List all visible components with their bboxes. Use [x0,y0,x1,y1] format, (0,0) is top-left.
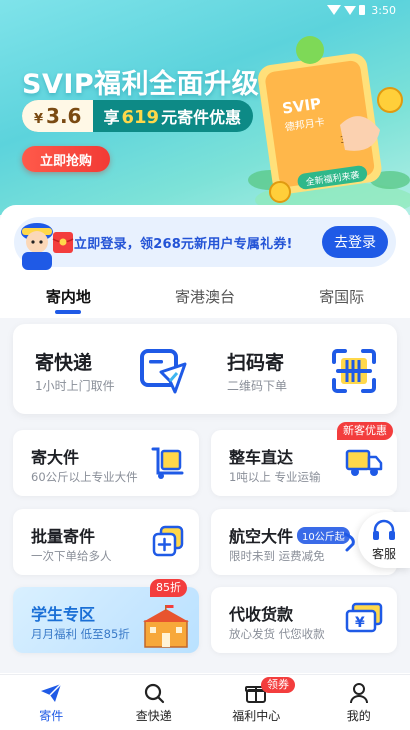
hand-truck-icon [151,447,184,479]
login-banner-text: 立即登录，领268元新用户专属礼券! [74,236,293,252]
cod-title: 代收货款 [229,605,294,624]
discount-badge: 85折 [150,579,187,597]
signal-icon [344,5,357,15]
clock: 3:50 [371,3,396,17]
big-item-shipping-card[interactable]: 寄大件 60公斤以上专业大件 [13,430,199,496]
air-cargo-title: 航空大件 [229,527,294,546]
cod-subtitle: 放心发货 代您收款 [229,627,325,641]
promo-banner[interactable]: SVIP 德邦月卡 全新福利来袭 3.6元 SVIP福利全面升级 ¥ 3.6 享… [0,0,410,215]
red-packet-icon [52,232,74,253]
nav-track-label: 查快递 [135,708,172,723]
nav-send[interactable]: 寄件 [0,675,103,730]
price-pill: ¥ 3.6 享 619 元寄件优惠 [22,100,254,132]
nav-track[interactable]: 查快递 [103,675,206,730]
nav-welfare[interactable]: 福利中心 领券 [205,675,308,730]
scan-send-subtitle: 二维码下单 [227,379,288,393]
offer-suffix: 元寄件优惠 [161,108,242,127]
batch-send-title: 批量寄件 [31,527,96,546]
paper-plane-icon [140,349,187,394]
headset-icon [373,519,395,540]
banner-title: SVIP福利全面升级 [22,69,260,100]
cod-card[interactable]: 代收货款 放心发货 代您收款 ¥ [211,587,397,653]
batch-add-icon [152,525,184,557]
nav-profile-label: 我的 [346,708,371,723]
buy-now-button[interactable]: 立即抢购 [22,146,110,172]
offer-prefix: 享 [103,108,120,127]
bottom-nav: 寄件 查快递 福利中心 领券 我的 [0,674,410,730]
region-tabs: 寄内地 寄港澳台 寄国际 [0,286,410,316]
school-building-icon [143,605,189,648]
svip-card-illustration: SVIP 德邦月卡 全新福利来袭 3.6元 [248,36,410,215]
nav-welfare-label: 福利中心 [232,708,281,723]
qr-scan-icon [332,349,376,393]
login-button[interactable]: 去登录 [322,226,388,258]
tab-international[interactable]: 寄国际 [273,286,410,316]
customer-service-label: 客服 [371,546,396,561]
truck-direct-title: 整车直达 [229,448,294,467]
student-zone-subtitle: 月月福利 低至85折 [31,627,130,641]
offer-amount: 619 [121,107,160,128]
customer-service-button[interactable]: 客服 [358,512,410,568]
search-icon [144,683,164,703]
new-customer-badge: 新客优惠 [337,422,393,440]
svg-text:¥: ¥ [355,615,365,631]
coupon-badge: 领券 [261,677,295,693]
air-cargo-subtitle: 限时未到 运费减免 [229,549,325,563]
batch-send-subtitle: 一次下单给多人 [31,549,112,563]
nav-send-label: 寄件 [39,708,64,723]
user-icon [349,682,368,703]
send-plane-icon [41,682,62,702]
send-express-title: 寄快递 [35,352,93,374]
big-item-title: 寄大件 [31,448,80,467]
plane-fragment-icon [343,532,355,552]
tab-hk-macau-taiwan[interactable]: 寄港澳台 [137,286,274,316]
price-value: 3.6 [46,104,82,128]
money-icon: ¥ [345,602,383,633]
min-weight-tag: 10公斤起 [297,527,350,544]
truck-direct-subtitle: 1吨以上 专业运输 [229,470,321,484]
scan-send-title: 扫码寄 [227,352,285,374]
truck-icon [345,449,383,476]
tab-mainland[interactable]: 寄内地 [0,286,137,316]
nav-profile[interactable]: 我的 [308,675,410,730]
scan-send-item[interactable]: 扫码寄 二维码下单 [205,324,397,414]
wifi-icon [327,5,342,15]
send-express-subtitle: 1小时上门取件 [35,379,115,393]
send-express-item[interactable]: 寄快递 1小时上门取件 [13,324,205,414]
main-services-card: 寄快递 1小时上门取件 扫码寄 二维码下单 [13,324,397,414]
currency-symbol: ¥ [34,112,44,127]
student-zone-title: 学生专区 [31,605,96,624]
battery-icon [359,5,366,15]
batch-send-card[interactable]: 批量寄件 一次下单给多人 [13,509,199,575]
status-bar: 3:50 [0,0,410,20]
big-item-subtitle: 60公斤以上专业大件 [31,470,138,484]
